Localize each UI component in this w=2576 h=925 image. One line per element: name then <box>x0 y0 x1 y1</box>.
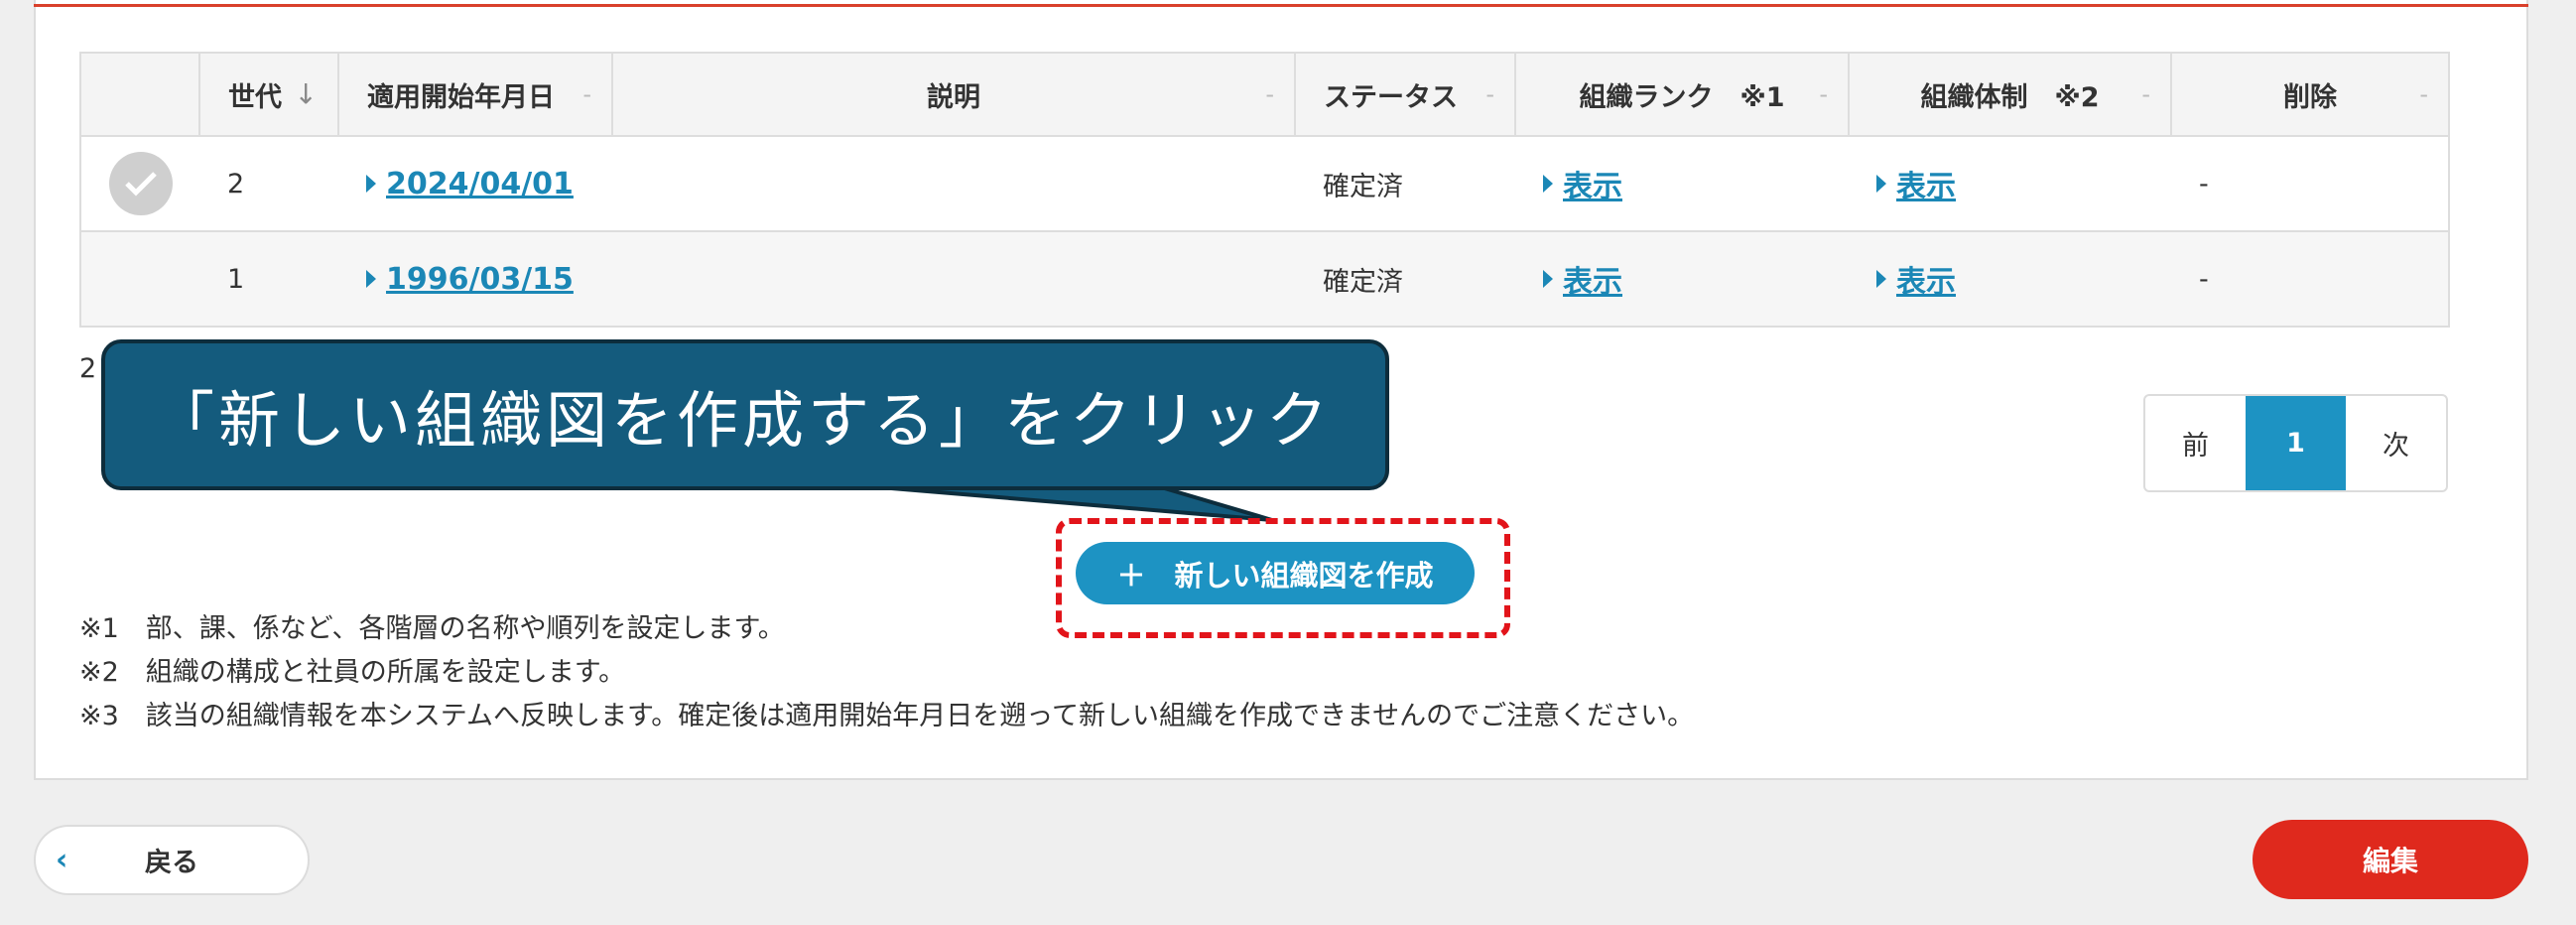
edit-button[interactable]: 編集 <box>2253 820 2528 899</box>
footnote-3: ※3 該当の組織情報を本システムへ反映します。確定後は適用開始年月日を遡って新し… <box>79 701 1695 731</box>
footnotes: ※1 部、課、係など、各階層の名称や順列を設定します。 ※2 組織の構成と社員の… <box>79 607 1694 738</box>
chevron-left-icon: ‹ <box>56 843 68 877</box>
instruction-callout: 「新しい組織図を作成する」をクリック <box>101 339 1389 490</box>
back-button[interactable]: ‹ 戻る <box>34 825 310 895</box>
footnote-1: ※1 部、課、係など、各階層の名称や順列を設定します。 <box>79 613 785 644</box>
footnote-2: ※2 組織の構成と社員の所属を設定します。 <box>79 657 626 688</box>
back-button-label: 戻る <box>145 848 198 878</box>
create-org-chart-button[interactable]: ＋ 新しい組織図を作成 <box>1076 542 1475 604</box>
